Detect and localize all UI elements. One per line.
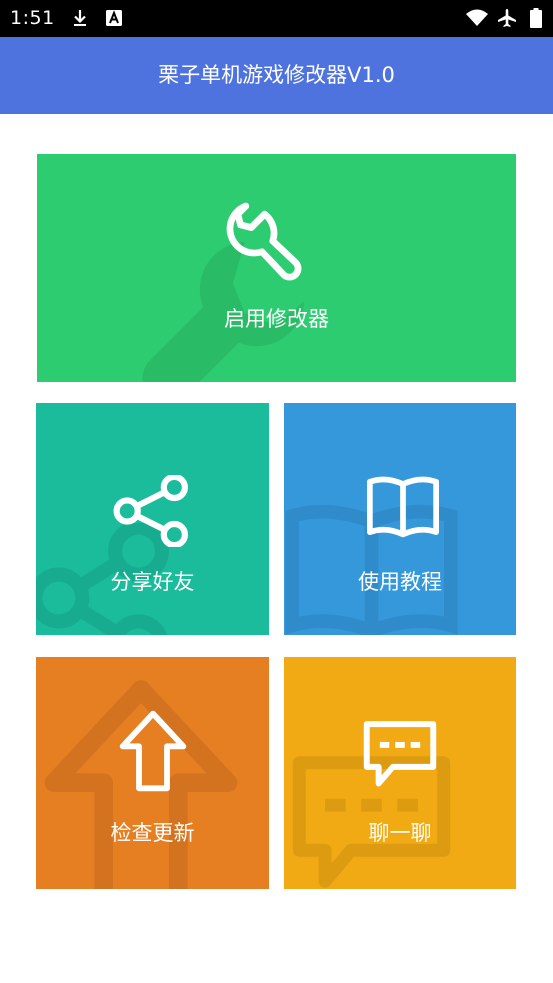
check-update-tile[interactable]: 检查更新	[36, 657, 269, 889]
tutorial-tile[interactable]: 使用教程	[284, 403, 516, 635]
wrench-icon	[226, 202, 302, 281]
share-friends-label: 分享好友	[110, 570, 195, 594]
check-update-label: 检查更新	[110, 821, 195, 845]
status-bar: 1:51	[0, 0, 553, 37]
app-bar: 栗子单机游戏修改器V1.0	[0, 37, 553, 114]
share-icon	[113, 475, 188, 547]
share-friends-tile[interactable]: 分享好友	[36, 403, 269, 635]
enable-modifier-tile[interactable]: 启用修改器	[37, 154, 516, 382]
enable-modifier-label: 启用修改器	[224, 307, 329, 331]
chat-bubble-icon	[363, 721, 437, 787]
chat-tile[interactable]: 聊一聊	[284, 657, 516, 889]
download-icon	[74, 10, 86, 26]
tutorial-label: 使用教程	[358, 570, 442, 594]
airplane-icon	[498, 9, 516, 27]
chat-label: 聊一聊	[368, 821, 432, 845]
book-icon	[367, 476, 439, 538]
a-badge-icon	[106, 10, 122, 26]
status-time: 1:51	[10, 7, 55, 29]
app-title: 栗子单机游戏修改器V1.0	[158, 63, 395, 87]
arrow-up-icon	[119, 710, 187, 792]
wifi-icon	[466, 9, 488, 26]
battery-icon	[530, 8, 542, 28]
